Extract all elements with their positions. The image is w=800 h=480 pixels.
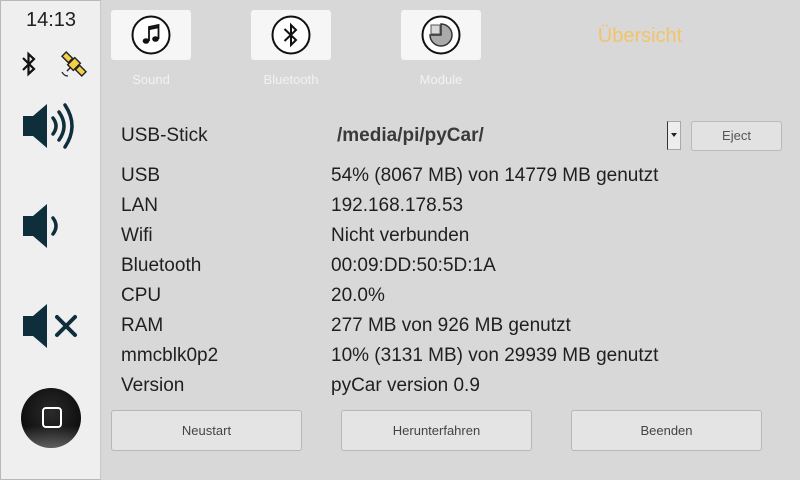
info-key: CPU	[121, 285, 162, 306]
info-key: LAN	[121, 195, 158, 216]
volume-mute-icon[interactable]	[15, 296, 85, 356]
home-square-icon	[42, 407, 62, 428]
bluetooth-button[interactable]	[251, 10, 331, 60]
info-key: RAM	[121, 315, 164, 336]
info-value: 54% (8067 MB) von 14779 MB genutzt	[331, 165, 659, 186]
info-key: Wifi	[121, 225, 153, 246]
usb-path-value: /media/pi/pyCar/	[337, 125, 484, 146]
info-value: 20.0%	[331, 285, 385, 306]
chevron-down-icon[interactable]	[667, 121, 681, 150]
quit-button[interactable]: Beenden	[571, 410, 762, 451]
module-label: Module	[419, 72, 463, 87]
bluetooth-status-icon	[22, 51, 36, 77]
bluetooth-label: Bluetooth	[263, 72, 319, 87]
info-key: USB	[121, 165, 161, 186]
info-key: mmcblk0p2	[121, 345, 219, 366]
sound-label: Sound	[132, 72, 170, 87]
sidebar: 14:13	[0, 0, 101, 480]
module-button[interactable]	[401, 10, 481, 60]
gps-satellite-icon	[60, 50, 88, 78]
info-value: 192.168.178.53	[331, 195, 464, 216]
usb-stick-label: USB-Stick	[121, 125, 208, 146]
clock: 14:13	[25, 9, 77, 31]
page-title: Übersicht	[597, 25, 683, 47]
volume-up-icon[interactable]	[15, 96, 85, 156]
sound-button[interactable]	[111, 10, 191, 60]
eject-button[interactable]: Eject	[691, 121, 782, 151]
info-value: Nicht verbunden	[331, 225, 470, 246]
music-note-icon	[131, 15, 171, 55]
shutdown-button[interactable]: Herunterfahren	[341, 410, 532, 451]
info-value: 00:09:DD:50:5D:1A	[331, 255, 496, 276]
info-value: pyCar version 0.9	[331, 375, 480, 396]
info-key: Bluetooth	[121, 255, 202, 276]
usb-path-select[interactable]: /media/pi/pyCar/	[327, 121, 682, 150]
info-value: 277 MB von 926 MB genutzt	[331, 315, 571, 336]
bluetooth-icon	[271, 15, 311, 55]
home-button[interactable]	[21, 388, 81, 448]
restart-button[interactable]: Neustart	[111, 410, 302, 451]
module-icon	[421, 15, 461, 55]
info-value: 10% (3131 MB) von 29939 MB genutzt	[331, 345, 659, 366]
volume-down-icon[interactable]	[15, 196, 85, 256]
info-key: Version	[121, 375, 185, 396]
